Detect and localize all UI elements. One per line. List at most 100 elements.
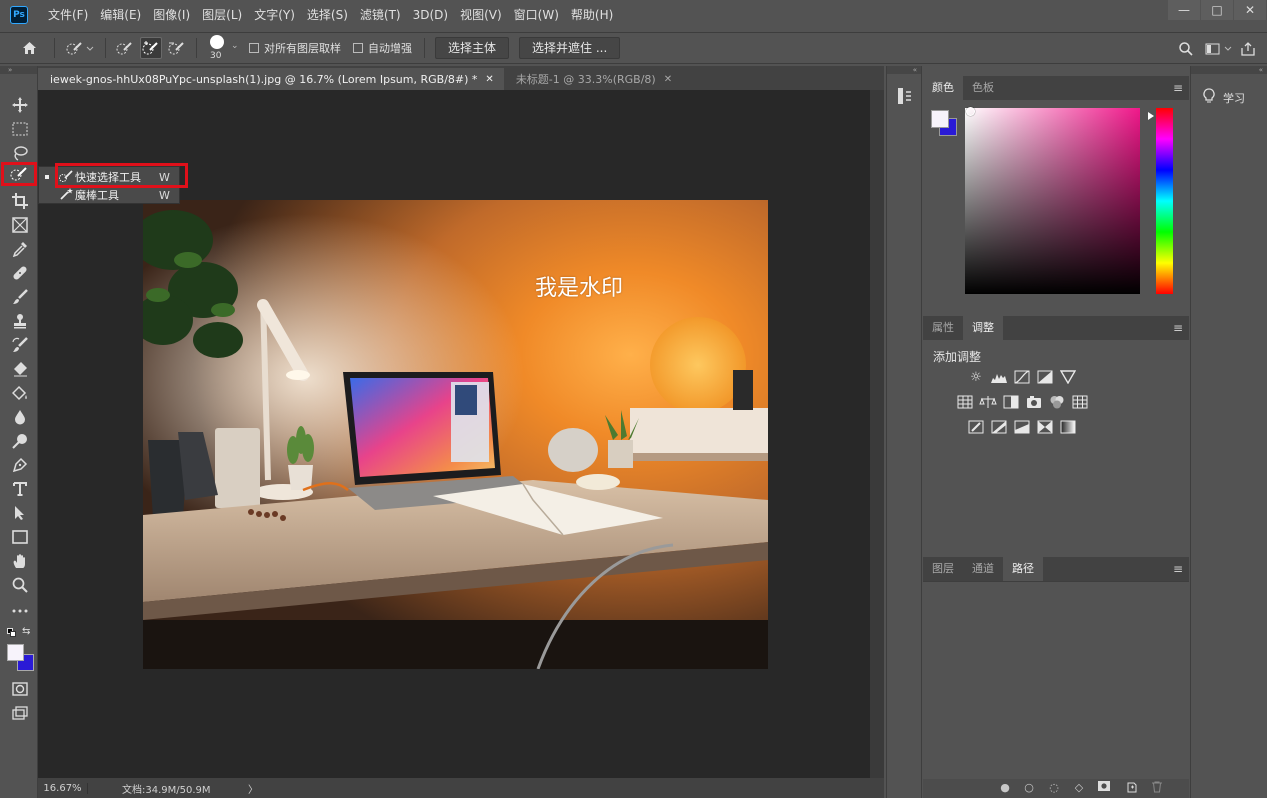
color-swatches[interactable]: [7, 644, 35, 672]
sample-all-layers-checkbox[interactable]: 对所有图层取样: [249, 40, 341, 56]
photo-filter-icon[interactable]: [1025, 395, 1043, 411]
black-white-icon[interactable]: [1002, 395, 1020, 411]
hue-slider[interactable]: [1156, 108, 1173, 294]
menu-type[interactable]: 文字(Y): [248, 0, 301, 30]
add-mask-icon[interactable]: [1097, 781, 1111, 795]
color-picker-field[interactable]: [965, 108, 1140, 294]
tab-color[interactable]: 颜色: [923, 76, 963, 100]
marquee-tool-icon[interactable]: [8, 118, 32, 140]
default-colors-icon[interactable]: [7, 628, 17, 638]
tool-preset-picker[interactable]: [63, 37, 97, 59]
panel-menu-icon[interactable]: ≡: [1173, 316, 1183, 340]
move-tool-icon[interactable]: [8, 94, 32, 116]
quick-selection-tool-icon[interactable]: [1, 162, 37, 186]
tab-swatches[interactable]: 色板: [963, 76, 1003, 100]
tab-adjustments[interactable]: 调整: [963, 316, 1003, 340]
brush-tool-icon[interactable]: [8, 286, 32, 308]
foreground-color-swatch[interactable]: [931, 110, 949, 128]
menu-filter[interactable]: 滤镜(T): [354, 0, 407, 30]
healing-brush-tool-icon[interactable]: [8, 262, 32, 284]
close-button[interactable]: ✕: [1234, 0, 1266, 20]
type-tool-icon[interactable]: [8, 478, 32, 500]
add-to-selection-brush-icon[interactable]: [140, 37, 162, 59]
menu-view[interactable]: 视图(V): [454, 0, 508, 30]
hue-saturation-icon[interactable]: [956, 395, 974, 411]
hand-tool-icon[interactable]: [8, 550, 32, 572]
curves-icon[interactable]: [1013, 370, 1031, 386]
menu-help[interactable]: 帮助(H): [565, 0, 619, 30]
hue-slider-handle-icon[interactable]: [1148, 112, 1154, 120]
fill-path-icon[interactable]: ●: [998, 781, 1012, 795]
photoshop-logo-icon[interactable]: Ps: [10, 6, 28, 24]
dodge-tool-icon[interactable]: [8, 430, 32, 452]
panel-menu-icon[interactable]: ≡: [1173, 557, 1183, 581]
new-path-icon[interactable]: [1125, 781, 1139, 795]
lasso-tool-icon[interactable]: [8, 142, 32, 164]
menu-edit[interactable]: 编辑(E): [94, 0, 147, 30]
share-icon[interactable]: [1237, 38, 1259, 60]
close-icon[interactable]: ✕: [485, 74, 493, 85]
stroke-path-icon[interactable]: ○: [1022, 781, 1036, 795]
more-tools-icon[interactable]: [8, 600, 32, 622]
vibrance-icon[interactable]: [1059, 370, 1077, 386]
menu-select[interactable]: 选择(S): [301, 0, 354, 30]
watermark-text[interactable]: 我是水印: [535, 270, 623, 302]
paint-bucket-tool-icon[interactable]: [8, 382, 32, 404]
delete-path-icon[interactable]: [1150, 781, 1164, 795]
history-brush-tool-icon[interactable]: [8, 334, 32, 356]
invert-icon[interactable]: [967, 420, 985, 436]
maximize-button[interactable]: □: [1201, 0, 1233, 20]
gradient-map-icon[interactable]: [1059, 420, 1077, 436]
document-tab-active[interactable]: iewek-gnos-hhUx08PuYpc-unsplash(1).jpg @…: [38, 68, 504, 90]
posterize-icon[interactable]: [990, 420, 1008, 436]
tab-channels[interactable]: 通道: [963, 557, 1003, 581]
subtract-from-selection-brush-icon[interactable]: [166, 37, 188, 59]
search-icon[interactable]: [1175, 38, 1197, 60]
eraser-tool-icon[interactable]: [8, 358, 32, 380]
path-selection-tool-icon[interactable]: [8, 502, 32, 524]
levels-icon[interactable]: [990, 370, 1008, 386]
crop-tool-icon[interactable]: [8, 190, 32, 212]
brightness-contrast-icon[interactable]: ☼: [967, 370, 985, 386]
color-lookup-icon[interactable]: [1071, 395, 1089, 411]
menu-file[interactable]: 文件(F): [42, 0, 94, 30]
menu-3d[interactable]: 3D(D): [407, 0, 454, 30]
status-menu-arrow[interactable]: 〉: [248, 781, 258, 796]
dock-collapse-icon[interactable]: «: [887, 66, 921, 74]
color-balance-icon[interactable]: [979, 395, 997, 411]
channel-mixer-icon[interactable]: [1048, 395, 1066, 411]
tab-layers[interactable]: 图层: [923, 557, 963, 581]
color-picker-cursor[interactable]: [966, 107, 975, 116]
exposure-icon[interactable]: [1036, 370, 1054, 386]
minimize-button[interactable]: —: [1168, 0, 1200, 20]
workspace-switcher-icon[interactable]: [1203, 38, 1237, 60]
background-color-swatch[interactable]: [7, 644, 24, 661]
dock-collapse-icon[interactable]: «: [1191, 66, 1267, 74]
zoom-level[interactable]: 16.67%: [38, 782, 88, 794]
selective-color-icon[interactable]: [1036, 420, 1054, 436]
flyout-item-magic-wand[interactable]: 魔棒工具 W: [39, 186, 179, 204]
swap-colors-icon[interactable]: ⇆: [22, 626, 30, 637]
load-path-as-selection-icon[interactable]: ◌: [1047, 781, 1061, 795]
panel-menu-icon[interactable]: ≡: [1173, 76, 1183, 100]
document-image[interactable]: [143, 200, 768, 669]
pen-tool-icon[interactable]: [8, 454, 32, 476]
rectangle-tool-icon[interactable]: [8, 526, 32, 548]
brush-size-picker[interactable]: 30 ⌄: [205, 33, 245, 63]
eyedropper-tool-icon[interactable]: [8, 238, 32, 260]
vertical-scrollbar[interactable]: [870, 90, 884, 778]
blur-tool-icon[interactable]: [8, 406, 32, 428]
paths-list[interactable]: [923, 581, 1189, 779]
menu-window[interactable]: 窗口(W): [508, 0, 565, 30]
threshold-icon[interactable]: [1013, 420, 1031, 436]
select-subject-button[interactable]: 选择主体: [435, 37, 510, 59]
document-tab-untitled[interactable]: 未标题-1 @ 33.3%(RGB/8) ✕: [504, 68, 682, 90]
quick-mask-icon[interactable]: [8, 678, 32, 700]
learn-button[interactable]: 学习: [1203, 88, 1245, 107]
screen-mode-icon[interactable]: [8, 702, 32, 724]
toolbar-collapse-icon[interactable]: »: [0, 66, 37, 74]
tab-properties[interactable]: 属性: [923, 316, 963, 340]
make-work-path-icon[interactable]: ◇: [1072, 781, 1086, 795]
zoom-tool-icon[interactable]: [8, 574, 32, 596]
history-panel-icon[interactable]: [898, 88, 912, 104]
